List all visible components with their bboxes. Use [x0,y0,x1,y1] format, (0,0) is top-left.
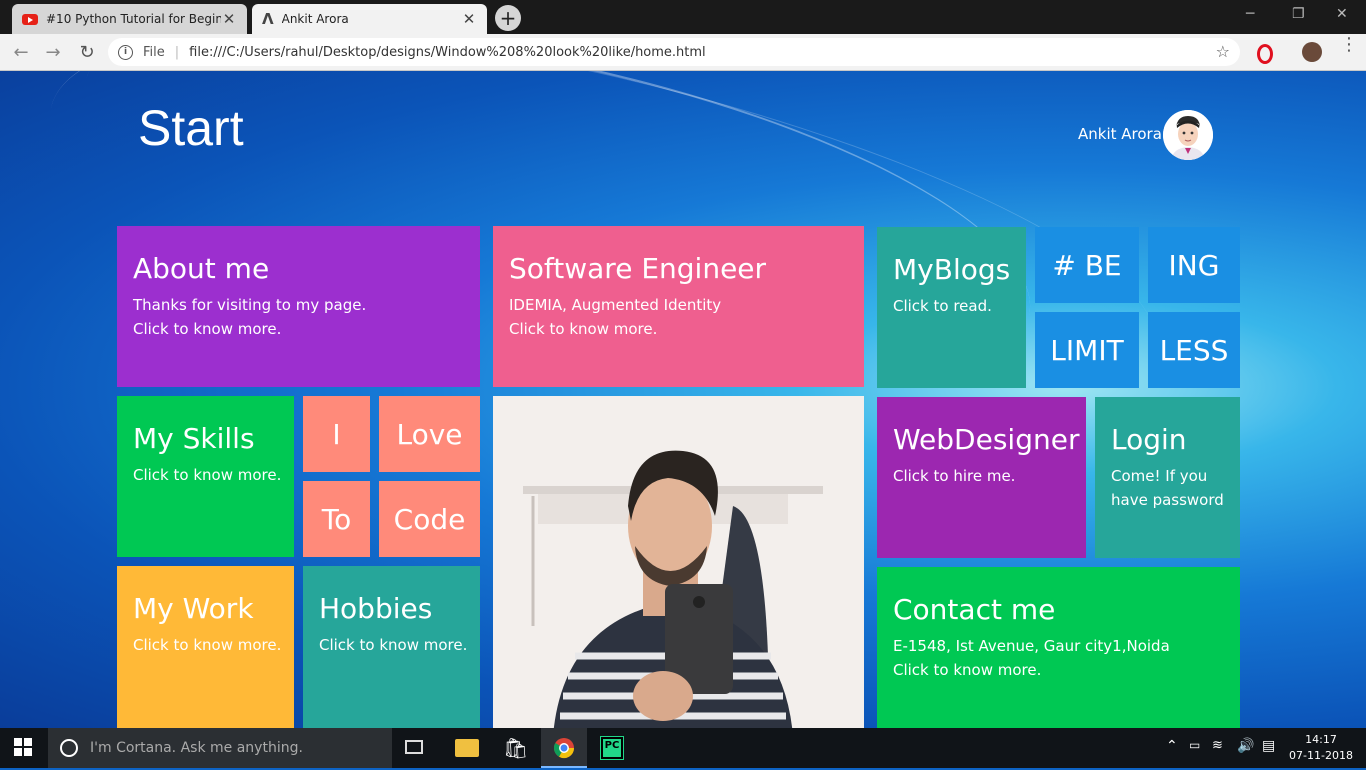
tile-title: WebDesigner [893,423,1080,456]
store-icon[interactable]: 🛍 [503,736,528,760]
tile-text: have password [1111,491,1224,509]
tile-word-love[interactable]: Love [379,396,480,472]
tile-word-limit[interactable]: LIMIT [1035,312,1139,388]
tile-hobbies[interactable]: Hobbies Click to know more. [303,566,480,728]
tile-text: Thanks for visiting to my page. [133,296,367,314]
profile-avatar-icon[interactable] [1302,42,1322,62]
clock-time: 14:17 [1305,733,1337,746]
minimize-icon[interactable]: ─ [1246,6,1254,22]
url-separator: | [174,44,180,60]
tile-title: My Skills [133,422,255,455]
restore-icon[interactable]: ❐ [1292,6,1305,22]
tile-title: My Work [133,592,254,625]
file-explorer-icon[interactable] [455,739,479,757]
tile-word-be[interactable]: # BE [1035,227,1139,303]
info-icon[interactable]: i [118,44,133,60]
tile-text: IDEMIA, Augmented Identity [509,296,722,314]
tile-web-designer[interactable]: WebDesigner Click to hire me. [877,397,1086,558]
tile-word-ing[interactable]: ING [1148,227,1240,303]
tile-word-i[interactable]: I [303,396,370,472]
tile-text: Click to know more. [133,466,282,484]
tile-title: About me [133,252,270,285]
tile-contact-me[interactable]: Contact me E-1548, Ist Avenue, Gaur city… [877,567,1240,728]
tab-title: Ankit Arora [281,12,349,26]
profile-photo[interactable] [493,396,864,728]
search-placeholder: I'm Cortana. Ask me anything. [90,740,303,756]
tile-word-code[interactable]: Code [379,481,480,557]
tile-text: Click to know more. [893,661,1042,679]
chrome-taskbar-button[interactable] [541,728,587,768]
wifi-icon[interactable]: ≋ [1212,738,1223,753]
menu-dots-icon[interactable]: ⋮ [1340,36,1358,54]
back-arrow-icon[interactable]: ← [10,42,32,63]
windows-start-icon[interactable] [14,738,32,756]
browser-toolbar: ← → ↻ i File | file:///C:/Users/rahul/De… [0,34,1366,71]
volume-icon[interactable]: 🔊 [1237,738,1254,754]
chevron-up-icon[interactable]: ⌃ [1166,738,1178,754]
tile-login[interactable]: Login Come! If you have password [1095,397,1240,558]
app-a-icon: Λ [262,10,274,28]
task-view-icon[interactable] [405,740,423,754]
youtube-icon [22,13,38,25]
tile-title: Contact me [893,593,1056,626]
tile-my-work[interactable]: My Work Click to know more. [117,566,294,728]
tile-about-me[interactable]: About me Thanks for visiting to my page.… [117,226,480,387]
url-text: file:///C:/Users/rahul/Desktop/designs/W… [189,44,706,60]
pycharm-icon[interactable]: PC [600,736,624,760]
system-clock[interactable]: 14:17 07-11-2018 [1288,732,1354,764]
tile-title: Software Engineer [509,252,767,285]
new-tab-button[interactable]: + [495,5,521,31]
url-scheme: File [143,44,165,60]
tile-text: Click to read. [893,297,992,315]
tab-title: #10 Python Tutorial for Beginners [46,12,221,26]
tab-ankit-arora[interactable]: Λ Ankit Arora ✕ [252,4,487,34]
tile-text: Click to know more. [509,320,658,338]
clock-date: 07-11-2018 [1289,749,1353,762]
battery-icon[interactable]: ▭ [1189,738,1200,752]
tile-title: Login [1111,423,1187,456]
user-avatar[interactable] [1163,110,1213,160]
page-content: Start Ankit Arora About me Thanks for vi… [0,71,1366,728]
tile-text: Click to know more. [133,320,282,338]
chrome-icon [553,738,575,759]
tile-text: Click to hire me. [893,467,1016,485]
tab-python-tutorial[interactable]: #10 Python Tutorial for Beginners ✕ [12,4,247,34]
tile-text: E-1548, Ist Avenue, Gaur city1,Noida [893,637,1170,655]
reload-icon[interactable]: ↻ [76,42,98,63]
page-title: Start [138,100,244,156]
tile-my-blogs[interactable]: MyBlogs Click to read. [877,227,1026,388]
tile-title: Hobbies [319,592,433,625]
close-icon[interactable]: ✕ [461,10,477,28]
user-name[interactable]: Ankit Arora [1078,125,1162,143]
taskbar: I'm Cortana. Ask me anything. 🛍 PC ⌃ ▭ ≋… [0,728,1366,768]
opera-extension-icon[interactable] [1257,44,1273,64]
tile-word-less[interactable]: LESS [1148,312,1240,388]
tile-text: Click to know more. [319,636,468,654]
tile-software-engineer[interactable]: Software Engineer IDEMIA, Augmented Iden… [493,226,864,387]
close-icon[interactable]: ✕ [221,10,237,28]
window-close-icon[interactable]: ✕ [1336,6,1348,22]
bookmark-star-icon[interactable]: ☆ [1216,42,1230,61]
notifications-icon[interactable]: ▤ [1262,738,1275,754]
address-bar[interactable]: i File | file:///C:/Users/rahul/Desktop/… [108,38,1240,66]
tile-title: MyBlogs [893,253,1011,286]
cortana-search-box[interactable]: I'm Cortana. Ask me anything. [48,728,392,768]
tab-strip: #10 Python Tutorial for Beginners ✕ Λ An… [0,0,1366,34]
tile-my-skills[interactable]: My Skills Click to know more. [117,396,294,557]
tile-word-to[interactable]: To [303,481,370,557]
tile-text: Click to know more. [133,636,282,654]
forward-arrow-icon[interactable]: → [42,42,64,63]
cortana-icon [60,739,78,757]
tile-text: Come! If you [1111,467,1208,485]
